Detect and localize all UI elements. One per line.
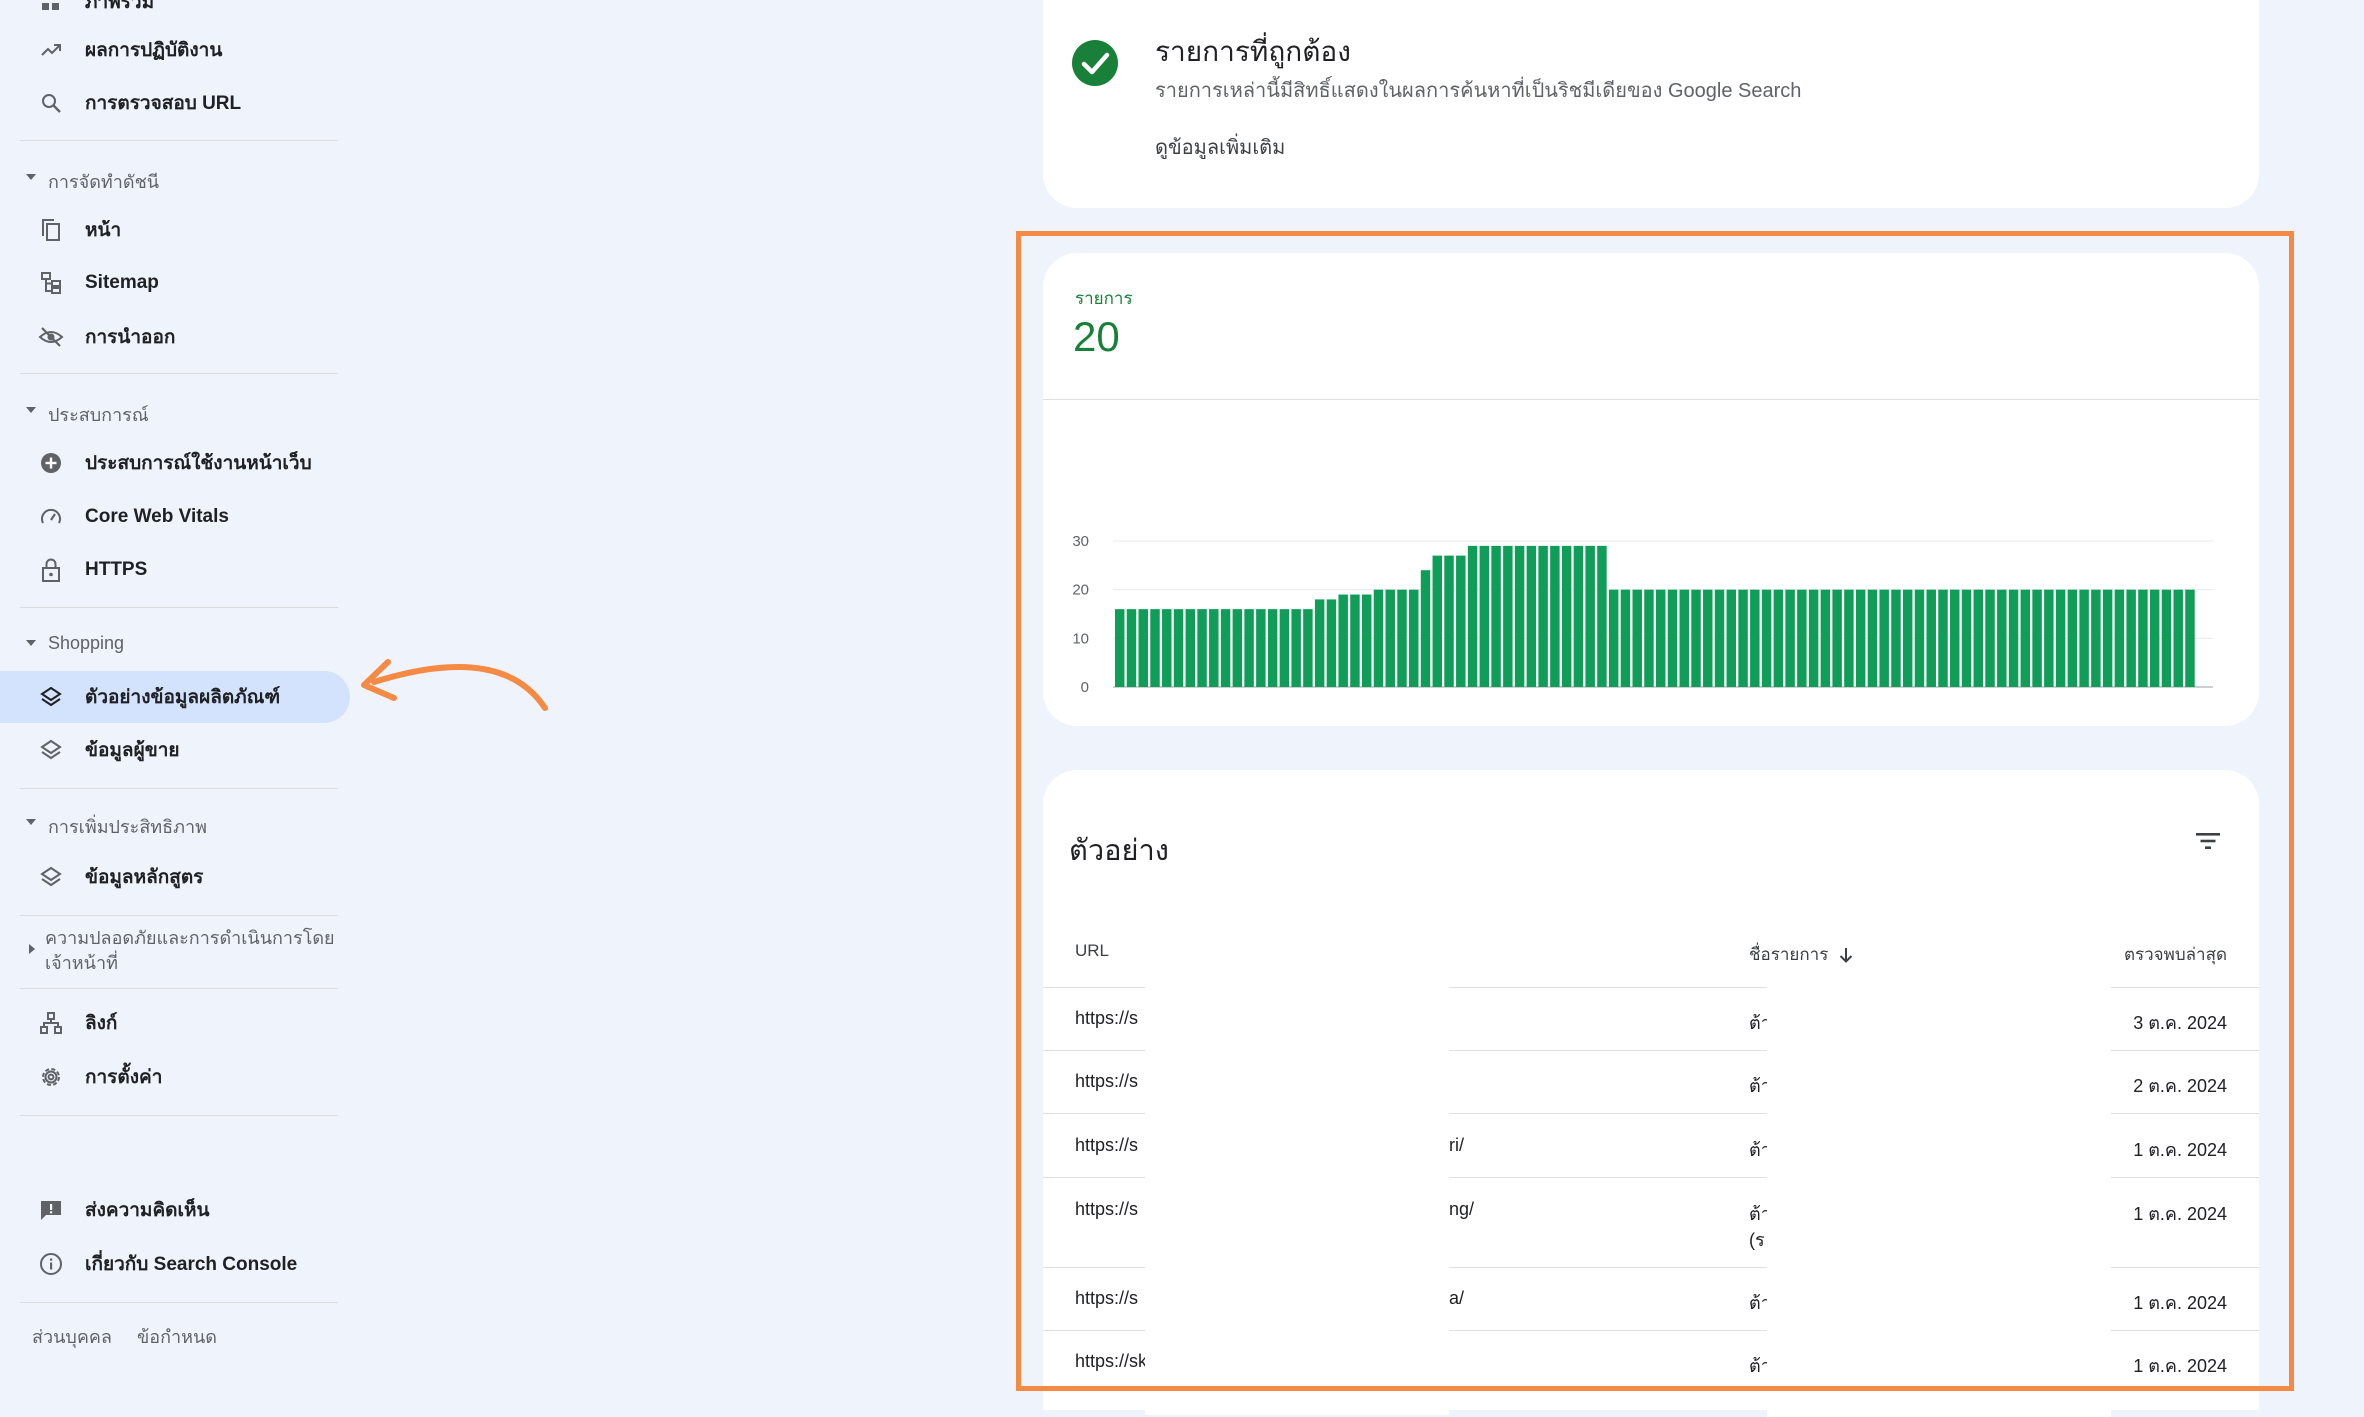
sidebar-item-label: หน้า xyxy=(85,220,122,241)
plus-circle-icon xyxy=(36,448,66,478)
sidebar-item-removals[interactable]: การนำออก xyxy=(0,311,350,363)
search-icon xyxy=(36,88,66,118)
status-description: รายการเหล่านี้มีสิทธิ์แสดงในผลการค้นหาที… xyxy=(1155,80,1802,102)
section-indexing[interactable]: การจัดทำดัชนี xyxy=(26,167,159,196)
sitemap-icon xyxy=(36,268,66,298)
sidebar-item-label: Core Web Vitals xyxy=(85,506,229,527)
section-enhancements[interactable]: การเพิ่มประสิทธิภาพ xyxy=(26,812,207,841)
sidebar-item-links[interactable]: ลิงก์ xyxy=(0,997,350,1049)
terms-link[interactable]: ข้อกำหนด xyxy=(137,1322,217,1351)
divider xyxy=(20,915,338,916)
sidebar-item-pages[interactable]: หน้า xyxy=(0,204,350,256)
sidebar-item-label: ข้อมูลผู้ขาย xyxy=(85,740,180,761)
sidebar-item-label: ลิงก์ xyxy=(85,1013,118,1034)
sidebar-item-label: HTTPS xyxy=(85,559,148,580)
lock-icon xyxy=(36,555,66,585)
layers-icon xyxy=(36,682,66,712)
privacy-link[interactable]: ส่วนบุคคล xyxy=(32,1322,112,1351)
sidebar-item-label: เกี่ยวกับ Search Console xyxy=(85,1254,298,1275)
sidebar-item-url-inspection[interactable]: การตรวจสอบ URL xyxy=(0,77,350,129)
highlight-frame xyxy=(1016,231,2294,1391)
sidebar: ภาพรวม ผลการปฏิบัติงาน การตรวจสอบ URL กา… xyxy=(0,0,350,1364)
links-icon xyxy=(36,1008,66,1038)
chevron-down-icon xyxy=(26,174,36,180)
chevron-right-icon xyxy=(29,944,35,954)
sidebar-item-label: การตั้งค่า xyxy=(85,1067,163,1088)
sidebar-item-label: ผลการปฏิบัติงาน xyxy=(85,40,223,61)
sidebar-item-https[interactable]: HTTPS xyxy=(0,544,350,596)
sidebar-item-page-experience[interactable]: ประสบการณ์ใช้งานหน้าเว็บ xyxy=(0,437,350,489)
sidebar-item-label: ตัวอย่างข้อมูลผลิตภัณฑ์ xyxy=(85,687,281,708)
divider xyxy=(20,607,338,608)
annotation-arrow xyxy=(361,659,548,711)
divider xyxy=(20,1302,338,1303)
sidebar-item-label: ภาพรวม xyxy=(85,0,155,13)
sidebar-item-product-snippets[interactable]: ตัวอย่างข้อมูลผลิตภัณฑ์ xyxy=(0,671,350,723)
sidebar-item-core-web-vitals[interactable]: Core Web Vitals xyxy=(0,491,350,543)
feedback-icon xyxy=(36,1195,66,1225)
sidebar-item-label: ประสบการณ์ใช้งานหน้าเว็บ xyxy=(85,453,312,474)
chevron-down-icon xyxy=(26,640,36,646)
divider xyxy=(20,1115,338,1116)
sidebar-item-feedback[interactable]: ส่งความคิดเห็น xyxy=(0,1184,350,1236)
chevron-down-icon xyxy=(26,819,36,825)
chevron-down-icon xyxy=(26,407,36,413)
section-label: การเพิ่มประสิทธิภาพ xyxy=(48,817,207,837)
check-circle-icon xyxy=(1072,40,1118,86)
sidebar-item-label: ส่งความคิดเห็น xyxy=(85,1200,210,1221)
trending-up-icon xyxy=(36,35,66,65)
section-label: Shopping xyxy=(48,633,125,653)
grid-icon xyxy=(36,0,66,17)
sidebar-item-about[interactable]: เกี่ยวกับ Search Console xyxy=(0,1238,350,1290)
status-card: รายการที่ถูกต้อง รายการเหล่านี้มีสิทธิ์แ… xyxy=(1043,0,2259,208)
section-shopping[interactable]: Shopping xyxy=(26,633,124,654)
info-icon xyxy=(36,1249,66,1279)
section-label: ความปลอดภัยและการดำเนินการโดย xyxy=(45,928,335,948)
sidebar-item-label: ข้อมูลหลักสูตร xyxy=(85,867,204,888)
divider xyxy=(20,140,338,141)
section-label: ประสบการณ์ xyxy=(48,405,149,425)
pages-icon xyxy=(36,215,66,245)
sidebar-item-label: การนำออก xyxy=(85,327,176,348)
sidebar-item-courses[interactable]: ข้อมูลหลักสูตร xyxy=(0,851,350,903)
sidebar-item-label: Sitemap xyxy=(85,272,159,293)
section-experience[interactable]: ประสบการณ์ xyxy=(26,400,149,429)
section-label: เจ้าหน้าที่ xyxy=(45,953,118,973)
gauge-icon xyxy=(36,502,66,532)
learn-more-link[interactable]: ดูข้อมูลเพิ่มเติม xyxy=(1155,131,1285,163)
section-security[interactable]: ความปลอดภัยและการดำเนินการโดย เจ้าหน้าที… xyxy=(26,926,335,976)
sidebar-item-merchant-listings[interactable]: ข้อมูลผู้ขาย xyxy=(0,724,350,776)
status-title: รายการที่ถูกต้อง xyxy=(1155,36,1351,67)
layers-icon xyxy=(36,735,66,765)
divider xyxy=(20,988,338,989)
gear-icon xyxy=(36,1062,66,1092)
eye-off-icon xyxy=(36,322,66,352)
sidebar-item-settings[interactable]: การตั้งค่า xyxy=(0,1051,350,1103)
sidebar-item-sitemap[interactable]: Sitemap xyxy=(0,257,350,309)
section-label: การจัดทำดัชนี xyxy=(48,172,160,192)
sidebar-item-label: การตรวจสอบ URL xyxy=(85,93,242,114)
divider xyxy=(20,788,338,789)
layers-icon xyxy=(36,862,66,892)
sidebar-item-performance[interactable]: ผลการปฏิบัติงาน xyxy=(0,24,350,76)
divider xyxy=(20,373,338,374)
